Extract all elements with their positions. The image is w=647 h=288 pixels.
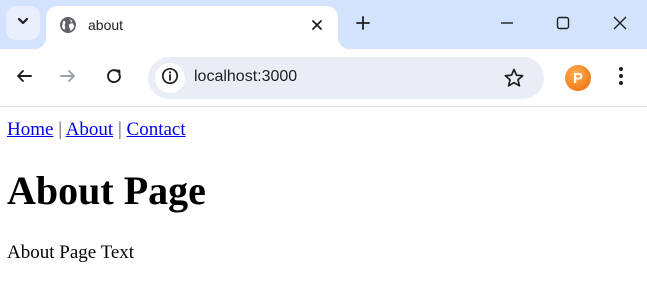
tab-title: about xyxy=(88,17,124,33)
reload-icon xyxy=(105,67,123,90)
reload-button[interactable] xyxy=(98,62,130,94)
nav-separator: | xyxy=(117,119,122,140)
maximize-icon xyxy=(556,16,570,35)
more-vertical-icon xyxy=(618,66,624,91)
profile-initial: P xyxy=(572,69,583,87)
forward-button[interactable] xyxy=(52,62,84,94)
maximize-button[interactable] xyxy=(546,8,580,42)
browser-menu-button[interactable] xyxy=(609,64,633,92)
close-window-button[interactable] xyxy=(603,8,637,42)
star-icon[interactable] xyxy=(502,66,526,90)
page-text: About Page Text xyxy=(7,242,135,263)
back-button[interactable] xyxy=(8,62,40,94)
tab-about[interactable]: about xyxy=(34,6,350,49)
page-content: Home | About | Contact About Page About … xyxy=(0,108,647,288)
info-icon xyxy=(161,67,179,90)
globe-icon xyxy=(59,16,77,34)
arrow-right-icon xyxy=(59,67,77,90)
close-icon xyxy=(613,16,627,35)
page-title: About Page xyxy=(7,168,206,213)
new-tab-button[interactable] xyxy=(350,12,376,38)
tab-close-icon[interactable] xyxy=(306,14,328,36)
tab-strip: about xyxy=(0,0,647,49)
url-text[interactable]: localhost:3000 xyxy=(194,68,297,86)
nav-link-contact[interactable]: Contact xyxy=(127,119,186,140)
plus-icon xyxy=(356,15,370,35)
chevron-down-icon xyxy=(16,14,30,33)
tab-search-button[interactable] xyxy=(6,6,40,40)
nav-link-about[interactable]: About xyxy=(66,119,114,140)
site-nav: Home | About | Contact xyxy=(7,119,186,141)
nav-link-home[interactable]: Home xyxy=(7,119,53,140)
minimize-icon xyxy=(500,16,514,35)
profile-avatar[interactable]: P xyxy=(565,65,591,91)
browser-toolbar: localhost:3000 P xyxy=(0,49,647,107)
arrow-left-icon xyxy=(15,67,33,90)
address-bar[interactable]: localhost:3000 xyxy=(148,57,544,99)
nav-separator: | xyxy=(58,119,62,140)
site-info-button[interactable] xyxy=(155,63,185,93)
minimize-button[interactable] xyxy=(490,8,524,42)
